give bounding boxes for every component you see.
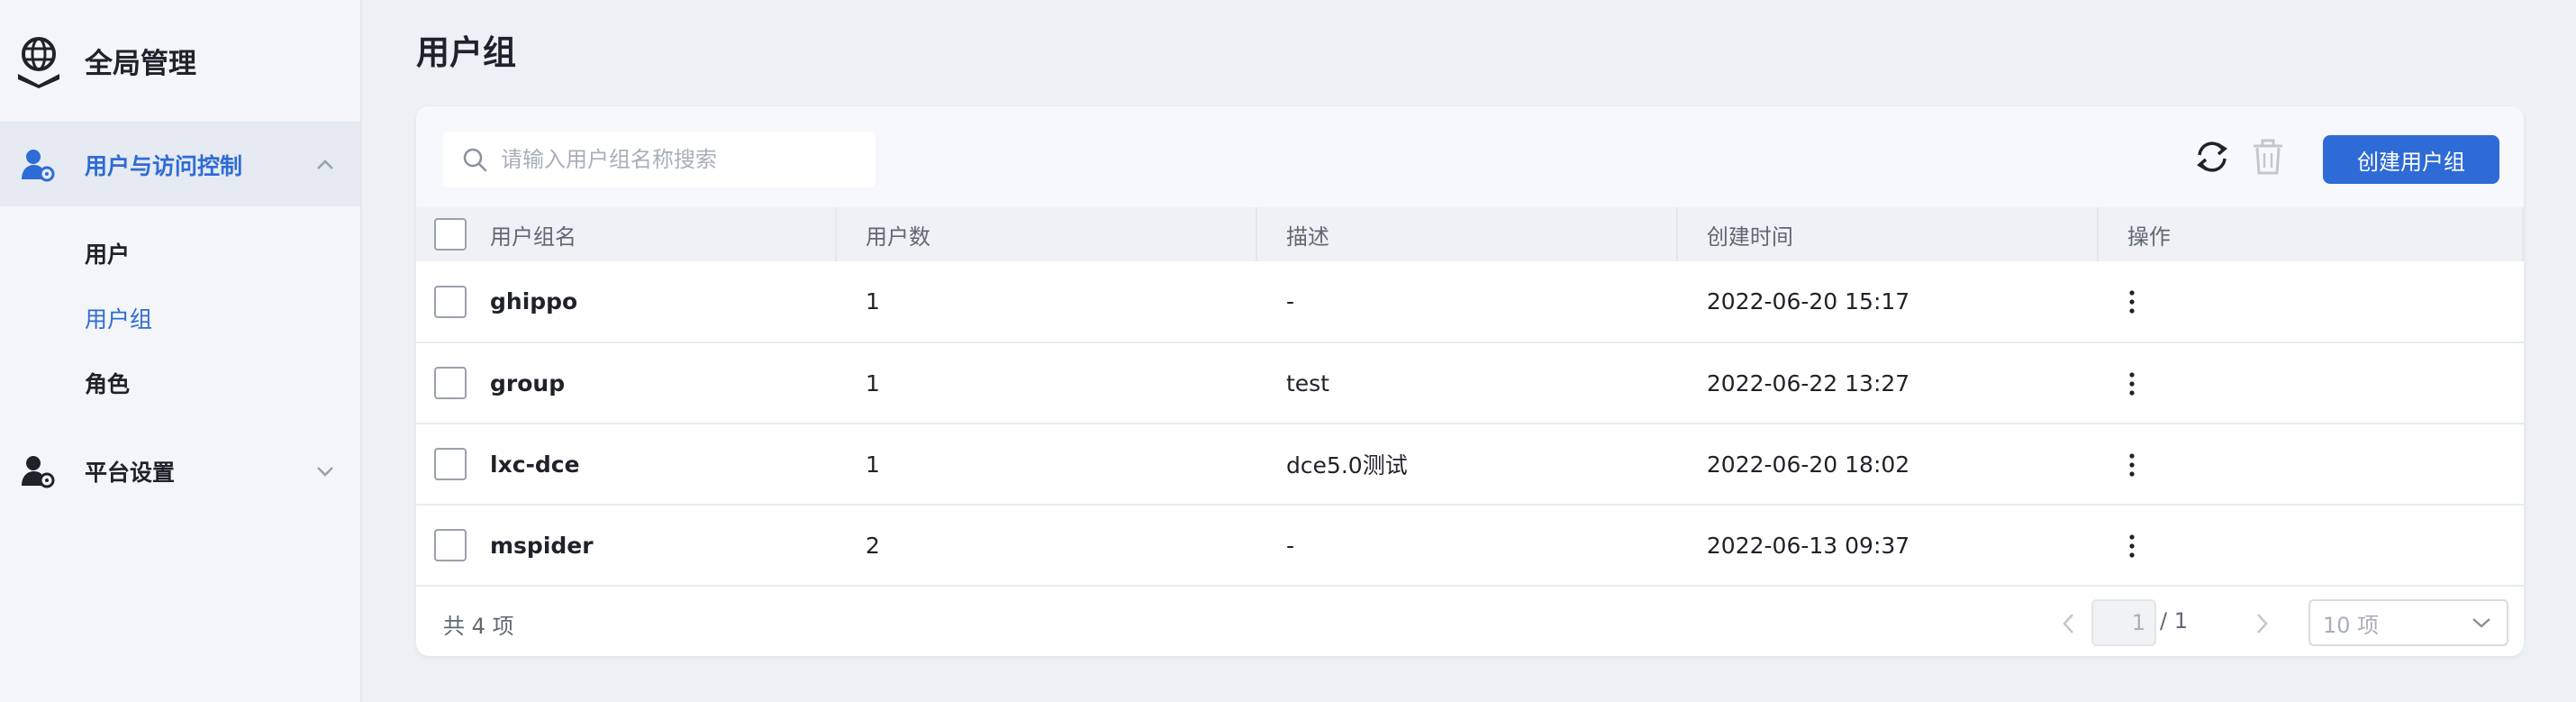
total-count: 共 4 项 — [443, 614, 514, 639]
user-settings-icon — [22, 456, 55, 488]
column-header-name: 用户组名 — [416, 207, 837, 261]
select-all-checkbox[interactable] — [434, 218, 467, 251]
sidebar-item-user-groups[interactable]: 用户组 — [0, 287, 360, 352]
description: - — [1285, 532, 1294, 559]
more-actions-icon[interactable] — [2127, 288, 2136, 315]
created-time: 2022-06-20 15:17 — [1706, 288, 1910, 315]
search-box[interactable] — [443, 132, 875, 187]
row-checkbox[interactable] — [434, 367, 467, 399]
description: - — [1285, 288, 1294, 315]
chevron-down-icon — [317, 467, 333, 477]
group-name[interactable]: mspider — [490, 533, 594, 559]
trash-icon[interactable] — [2248, 137, 2288, 177]
created-time: 2022-06-22 13:27 — [1706, 369, 1910, 397]
brand[interactable]: 全局管理 — [0, 0, 360, 123]
column-header-created-time: 创建时间 — [1678, 207, 2099, 261]
description: dce5.0测试 — [1285, 452, 1408, 479]
refresh-icon[interactable] — [2192, 137, 2232, 177]
table-row[interactable]: lxc-dce 1 dce5.0测试 2022-06-20 18:02 — [416, 424, 2524, 505]
column-header-actions: 操作 — [2099, 207, 2524, 261]
more-actions-icon[interactable] — [2127, 533, 2136, 560]
table-row[interactable]: mspider 2 - 2022-06-13 09:37 — [416, 505, 2524, 586]
group-name[interactable]: lxc-dce — [490, 451, 580, 478]
column-header-user-count: 用户数 — [837, 207, 1257, 261]
page-size-value: 10 项 — [2323, 612, 2380, 638]
row-checkbox[interactable] — [434, 529, 467, 561]
user-count: 1 — [865, 369, 880, 397]
more-actions-icon[interactable] — [2127, 370, 2136, 397]
table-footer: 共 4 项 / 1 10 项 — [416, 587, 2524, 656]
sidebar-group-user-access[interactable]: 用户与访问控制 — [0, 123, 360, 206]
table-row[interactable]: ghippo 1 - 2022-06-20 15:17 — [416, 261, 2524, 342]
chevron-up-icon — [317, 160, 333, 169]
created-time: 2022-06-20 18:02 — [1706, 451, 1910, 478]
created-time: 2022-06-13 09:37 — [1706, 532, 1910, 559]
user-count: 1 — [865, 451, 880, 478]
sidebar-item-roles[interactable]: 角色 — [0, 352, 360, 417]
sidebar-group-label: 平台设置 — [85, 460, 176, 486]
sidebar-subnav: 用户 用户组 角色 — [0, 206, 360, 430]
page-size-select[interactable]: 10 项 — [2308, 599, 2508, 646]
user-groups-table: 用户组名 用户数 描述 创建时间 操作 ghippo 1 - 2022-06-2… — [416, 207, 2524, 587]
page-title: 用户组 — [416, 33, 516, 72]
group-name[interactable]: group — [490, 370, 565, 397]
toolbar: 创建用户组 — [416, 106, 2524, 207]
description: test — [1285, 369, 1329, 397]
user-count: 2 — [865, 532, 880, 559]
more-actions-icon[interactable] — [2127, 451, 2136, 479]
row-checkbox[interactable] — [434, 285, 467, 318]
chevron-right-icon[interactable] — [2248, 608, 2275, 639]
page-number-input[interactable] — [2091, 599, 2156, 646]
column-header-description: 描述 — [1257, 207, 1678, 261]
app-title: 全局管理 — [85, 48, 196, 80]
row-checkbox[interactable] — [434, 448, 467, 480]
user-gear-icon — [22, 150, 55, 182]
sidebar-item-users[interactable]: 用户 — [0, 223, 360, 287]
search-icon — [463, 148, 487, 172]
group-name[interactable]: ghippo — [490, 288, 577, 315]
search-input[interactable] — [501, 147, 861, 172]
chevron-left-icon[interactable] — [2055, 608, 2082, 639]
table-row[interactable]: group 1 test 2022-06-22 13:27 — [416, 342, 2524, 424]
sidebar: 全局管理 用户与访问控制 用户 用户组 角色 平台设置 — [0, 0, 362, 702]
sidebar-group-platform-settings[interactable]: 平台设置 — [0, 430, 360, 513]
user-groups-card: 创建用户组 用户组名 用户数 描述 创建时间 操作 ghippo 1 - 202… — [416, 106, 2524, 656]
chevron-down-icon — [2472, 618, 2490, 628]
sidebar-group-label: 用户与访问控制 — [85, 153, 243, 179]
page-total: / 1 — [2160, 608, 2188, 634]
table-header-row: 用户组名 用户数 描述 创建时间 操作 — [416, 207, 2524, 261]
user-count: 1 — [865, 288, 880, 315]
create-user-group-button[interactable]: 创建用户组 — [2323, 135, 2499, 184]
globe-logo-icon — [18, 36, 59, 88]
